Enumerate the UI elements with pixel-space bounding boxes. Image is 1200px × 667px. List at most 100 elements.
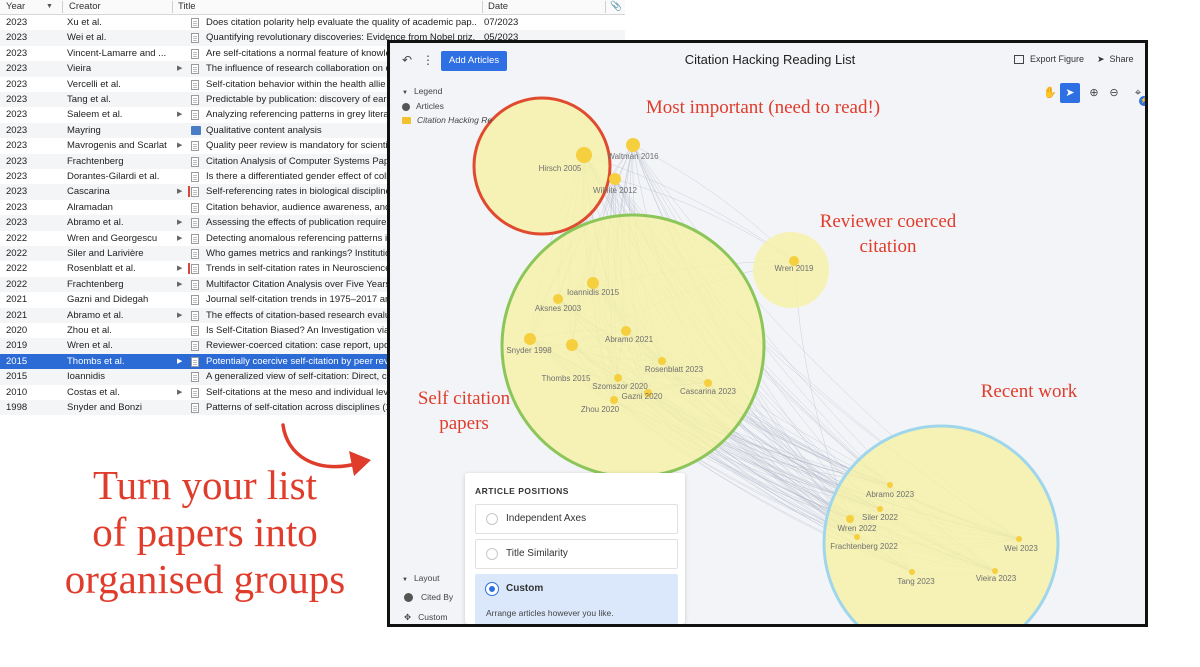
- legend-header[interactable]: ▼ Legend: [402, 86, 442, 96]
- cell-year: 2023: [6, 109, 28, 121]
- zoom-in-icon[interactable]: ⊕: [1084, 83, 1104, 103]
- group-label-reviewer: citation: [860, 236, 917, 257]
- article-node[interactable]: [846, 515, 854, 523]
- pointer-tool-icon[interactable]: ➤: [1060, 83, 1080, 103]
- article-node[interactable]: [609, 173, 621, 185]
- layout-cited-by[interactable]: Cited By: [404, 592, 454, 603]
- article-node[interactable]: [524, 333, 536, 345]
- folder-icon: [402, 117, 411, 125]
- more-menu-icon[interactable]: ⋮: [422, 53, 434, 67]
- article-node[interactable]: [854, 534, 860, 540]
- article-node[interactable]: [909, 569, 915, 575]
- article-node-label: Rosenblatt 2023: [645, 365, 704, 374]
- article-node-label: Wei 2023: [1004, 544, 1038, 553]
- cell-creator: Vieira: [67, 63, 92, 75]
- article-node[interactable]: [576, 147, 592, 163]
- table-row[interactable]: 2023 Xu et al. Does citation polarity help…: [0, 15, 625, 30]
- page-title: Citation Hacking Reading List: [684, 52, 856, 67]
- legend-collection-label: Citation Hacking Re: [417, 115, 493, 125]
- layout-header[interactable]: ▼ Layout: [402, 573, 439, 583]
- expand-arrow-icon: ▶: [177, 219, 183, 227]
- expand-arrow-icon: ▶: [177, 357, 183, 365]
- cell-year: 2022: [6, 263, 28, 275]
- article-node-label: Cascarina 2023: [680, 387, 737, 396]
- article-node[interactable]: [704, 379, 712, 387]
- app-window: Hirsch 2005 Waltman 2016 Wilhite 2012 Wren …: [387, 40, 1148, 627]
- cell-year: 2023: [6, 94, 28, 105]
- undo-icon[interactable]: ↶: [402, 53, 412, 67]
- article-node-label: Siler 2022: [862, 513, 899, 522]
- locate-icon[interactable]: ⌖: [1128, 83, 1145, 103]
- article-node[interactable]: [658, 357, 666, 365]
- caption-line: organised groups: [64, 556, 346, 602]
- sort-icon[interactable]: ▼: [46, 0, 53, 14]
- radio-button[interactable]: [486, 548, 498, 560]
- cell-creator: Frachtenberg: [67, 278, 124, 290]
- cell-year: 2022: [6, 232, 28, 244]
- cell-creator: Mayring: [67, 124, 101, 136]
- cell-year: 2019: [6, 340, 28, 352]
- zoom-out-icon[interactable]: ⊖: [1104, 83, 1124, 103]
- share-button[interactable]: ➤ Share: [1097, 54, 1134, 65]
- cell-creator: Gazni and Didegah: [67, 294, 149, 306]
- article-node[interactable]: [553, 294, 563, 304]
- add-articles-button[interactable]: Add Articles: [441, 51, 507, 71]
- cited-by-icon: [404, 593, 413, 603]
- expand-arrow-icon: ▶: [177, 142, 183, 150]
- article-node[interactable]: [610, 396, 618, 404]
- group-label-important: Most important (need to read!): [646, 97, 880, 118]
- column-date[interactable]: Date: [488, 0, 508, 14]
- cell-year: 2023: [6, 17, 28, 28]
- expand-arrow-icon: ▶: [177, 311, 183, 319]
- column-creator[interactable]: Creator: [69, 0, 101, 14]
- option-title-similarity[interactable]: Title Similarity: [475, 539, 678, 569]
- notification-badge[interactable]: ⚡: [1139, 96, 1145, 106]
- radio-button[interactable]: [486, 583, 498, 595]
- table-header: Year ▼ Creator Title Date 📎: [0, 0, 625, 15]
- cell-year: 2023: [6, 63, 28, 75]
- column-title[interactable]: Title: [178, 0, 196, 14]
- caption-line: of papers into: [92, 509, 318, 555]
- cell-creator: Mavrogenis and Scarlat: [67, 140, 167, 152]
- expand-arrow-icon: ▶: [177, 388, 183, 396]
- expand-arrow-icon: ▶: [177, 234, 183, 242]
- cell-year: 2023: [6, 155, 28, 167]
- option-independent-axes[interactable]: Independent Axes: [475, 504, 678, 534]
- article-node[interactable]: [887, 482, 893, 488]
- article-node[interactable]: [614, 374, 622, 382]
- article-node-label: Thombs 2015: [542, 374, 591, 383]
- article-node[interactable]: [877, 506, 883, 512]
- cell-creator: Siler and Larivière: [67, 248, 144, 259]
- export-figure-button[interactable]: Export Figure: [1014, 54, 1084, 65]
- article-node[interactable]: [1016, 536, 1022, 542]
- group-label-reviewer: Reviewer coerced: [820, 211, 957, 232]
- cell-creator: Vincent-Lamarre and ...: [67, 47, 167, 59]
- cell-creator: Xu et al.: [67, 17, 102, 28]
- image-icon: [1014, 55, 1024, 65]
- legend-articles[interactable]: Articles: [402, 101, 444, 111]
- cell-year: 2023: [6, 217, 28, 229]
- option-label: Title Similarity: [506, 548, 568, 559]
- article-node-label: Zhou 2020: [581, 405, 620, 414]
- cell-year: 2015: [6, 355, 28, 367]
- article-node-label: Ioannidis 2015: [567, 288, 620, 297]
- option-custom[interactable]: Custom Arrange articles however you like…: [475, 574, 678, 624]
- radio-button[interactable]: [486, 513, 498, 525]
- cell-year: 2023: [6, 171, 28, 182]
- legend-collection[interactable]: Citation Hacking Re: [402, 115, 492, 125]
- article-node[interactable]: [566, 339, 578, 351]
- cited-by-label: Cited By: [421, 592, 454, 602]
- article-node[interactable]: [626, 138, 640, 152]
- cell-year: 2020: [6, 325, 28, 336]
- layout-custom[interactable]: ✥ Custom: [404, 612, 447, 623]
- send-icon: ➤: [1097, 54, 1105, 64]
- cell-creator: Thombs et al.: [67, 355, 125, 367]
- cell-year: 2023: [6, 201, 28, 213]
- cell-year: 2023: [6, 47, 28, 59]
- hand-tool-icon[interactable]: ✋: [1040, 83, 1060, 103]
- legend-title: Legend: [413, 86, 443, 96]
- panel-title: ARTICLE POSITIONS: [475, 486, 569, 496]
- attachment-icon[interactable]: 📎: [610, 0, 622, 14]
- column-year[interactable]: Year: [6, 0, 25, 14]
- cell-creator: Snyder and Bonzi: [67, 402, 142, 413]
